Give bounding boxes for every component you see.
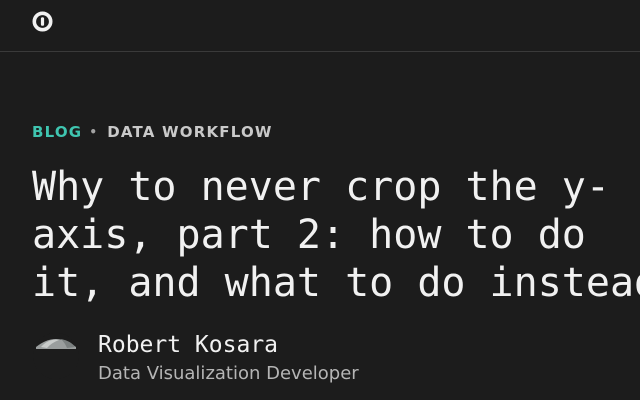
circle-logo-icon[interactable] — [32, 11, 53, 32]
avatar[interactable] — [33, 333, 79, 379]
category-separator: • — [89, 125, 99, 139]
title-line: Why to never crop the y- — [32, 164, 610, 210]
title-line: it, and what to do instead — [32, 260, 640, 306]
site-header — [0, 0, 640, 52]
author-name[interactable]: Robert Kosara — [98, 330, 278, 360]
title-line: axis, part 2: how to do — [32, 212, 586, 258]
category-topic-link[interactable]: DATA WORKFLOW — [107, 123, 272, 141]
article-category: BLOG • DATA WORKFLOW — [32, 122, 273, 142]
category-blog-link[interactable]: BLOG — [32, 123, 82, 141]
author-role: Data Visualization Developer — [98, 363, 359, 384]
author-photo — [33, 333, 79, 379]
article-title: Why to never crop the y- axis, part 2: h… — [32, 163, 640, 307]
